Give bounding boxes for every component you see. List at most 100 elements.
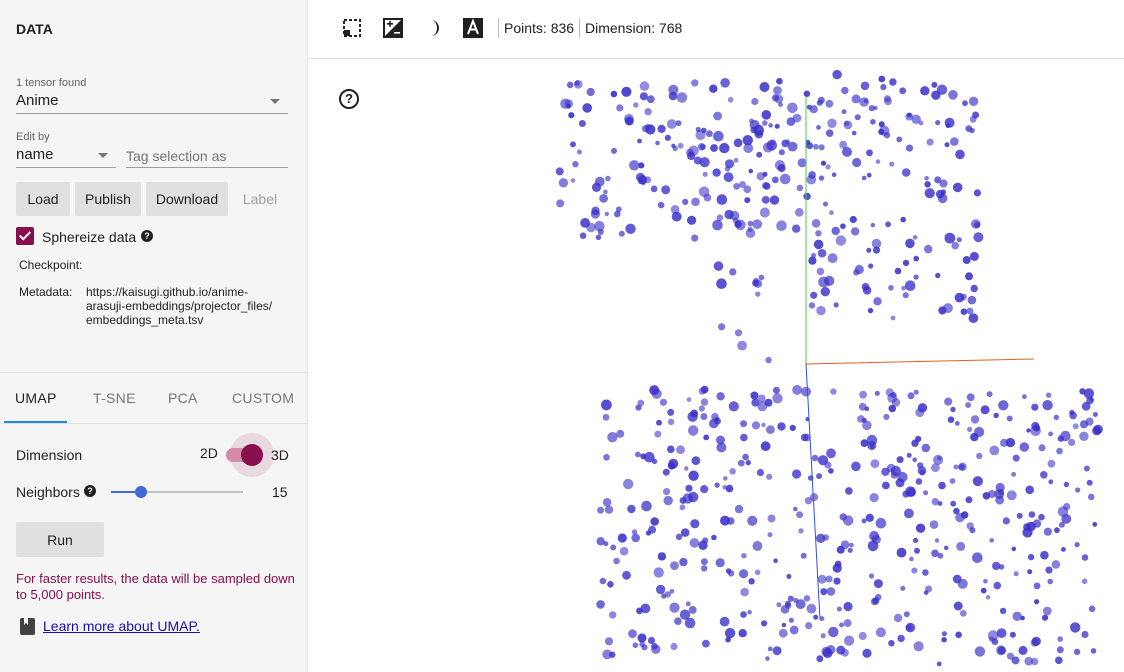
data-point[interactable] — [828, 468, 834, 474]
data-point[interactable] — [733, 183, 740, 190]
data-point[interactable] — [811, 454, 819, 462]
data-point[interactable] — [1042, 614, 1049, 621]
data-point[interactable] — [989, 538, 994, 543]
data-point[interactable] — [905, 144, 914, 152]
data-point[interactable] — [663, 488, 671, 496]
data-point[interactable] — [834, 560, 842, 568]
data-point[interactable] — [684, 466, 689, 471]
data-point[interactable] — [755, 291, 761, 297]
data-point[interactable] — [901, 168, 911, 177]
data-point[interactable] — [679, 609, 691, 620]
data-point[interactable] — [700, 385, 709, 394]
data-point[interactable] — [911, 439, 919, 447]
data-point[interactable] — [935, 272, 941, 279]
data-point[interactable] — [912, 235, 918, 240]
data-point[interactable] — [1060, 430, 1071, 442]
data-point[interactable] — [859, 390, 867, 399]
data-point[interactable] — [742, 135, 753, 146]
data-point[interactable] — [996, 645, 1006, 656]
data-point[interactable] — [635, 451, 641, 458]
data-point[interactable] — [965, 496, 973, 504]
data-point[interactable] — [716, 278, 727, 289]
data-point[interactable] — [896, 547, 907, 558]
data-point[interactable] — [1081, 554, 1089, 561]
data-point[interactable] — [936, 84, 948, 95]
data-point[interactable] — [602, 498, 612, 507]
data-point[interactable] — [754, 569, 761, 576]
data-point[interactable] — [813, 143, 819, 150]
data-point[interactable] — [1054, 527, 1060, 534]
data-point[interactable] — [611, 147, 617, 154]
data-point[interactable] — [768, 123, 773, 128]
tensor-select[interactable]: Anime — [16, 92, 288, 114]
data-point[interactable] — [918, 120, 924, 126]
data-point[interactable] — [733, 138, 743, 148]
data-point[interactable] — [1056, 447, 1063, 455]
data-point[interactable] — [937, 193, 948, 204]
data-point[interactable] — [818, 144, 825, 151]
data-point[interactable] — [713, 130, 724, 142]
night-mode-icon[interactable] — [383, 18, 403, 38]
data-point[interactable] — [758, 274, 765, 281]
data-point[interactable] — [657, 552, 667, 561]
data-point[interactable] — [773, 86, 782, 95]
data-point[interactable] — [603, 189, 608, 195]
data-point[interactable] — [617, 533, 627, 543]
data-point[interactable] — [789, 424, 796, 431]
data-point[interactable] — [831, 226, 840, 236]
data-point[interactable] — [885, 221, 891, 228]
data-point[interactable] — [866, 172, 872, 178]
data-point[interactable] — [965, 402, 972, 408]
data-point[interactable] — [1011, 471, 1017, 477]
data-point[interactable] — [797, 158, 807, 168]
data-point[interactable] — [729, 468, 736, 475]
data-point[interactable] — [668, 91, 678, 101]
data-point[interactable] — [816, 267, 825, 276]
data-point[interactable] — [900, 585, 906, 591]
data-point[interactable] — [738, 629, 747, 638]
data-point[interactable] — [933, 454, 944, 465]
data-point[interactable] — [953, 507, 960, 515]
data-point[interactable] — [792, 113, 802, 123]
data-point[interactable] — [650, 185, 658, 193]
data-point[interactable] — [633, 102, 639, 108]
data-point[interactable] — [740, 587, 749, 597]
data-point[interactable] — [712, 168, 721, 177]
data-point[interactable] — [648, 525, 657, 534]
data-point[interactable] — [980, 405, 990, 415]
data-point[interactable] — [833, 577, 841, 585]
data-point[interactable] — [843, 120, 853, 130]
data-point[interactable] — [965, 272, 973, 281]
data-point[interactable] — [716, 435, 725, 445]
data-point[interactable] — [858, 631, 867, 641]
data-point[interactable] — [720, 78, 730, 88]
data-point[interactable] — [942, 303, 953, 314]
data-point[interactable] — [917, 466, 927, 475]
data-point[interactable] — [868, 263, 874, 269]
data-point[interactable] — [670, 642, 678, 651]
data-point[interactable] — [700, 485, 709, 494]
data-point[interactable] — [894, 267, 902, 275]
data-point[interactable] — [605, 175, 611, 182]
data-point[interactable] — [670, 561, 679, 571]
data-point[interactable] — [869, 493, 879, 503]
data-point[interactable] — [957, 578, 968, 589]
data-point[interactable] — [1057, 506, 1069, 517]
data-point[interactable] — [772, 386, 780, 394]
data-point[interactable] — [839, 140, 848, 149]
data-point[interactable] — [825, 164, 831, 170]
data-point[interactable] — [1042, 606, 1052, 616]
data-point[interactable] — [772, 94, 779, 102]
data-point[interactable] — [1047, 578, 1053, 585]
data-point[interactable] — [765, 356, 772, 364]
data-point[interactable] — [602, 413, 610, 421]
data-point[interactable] — [873, 579, 883, 589]
data-point[interactable] — [795, 599, 806, 610]
data-point[interactable] — [701, 565, 708, 572]
data-point[interactable] — [796, 184, 804, 192]
data-point[interactable] — [944, 117, 955, 128]
data-point[interactable] — [839, 622, 845, 628]
data-point[interactable] — [825, 575, 833, 583]
data-point[interactable] — [827, 253, 838, 264]
data-point[interactable] — [860, 81, 870, 91]
